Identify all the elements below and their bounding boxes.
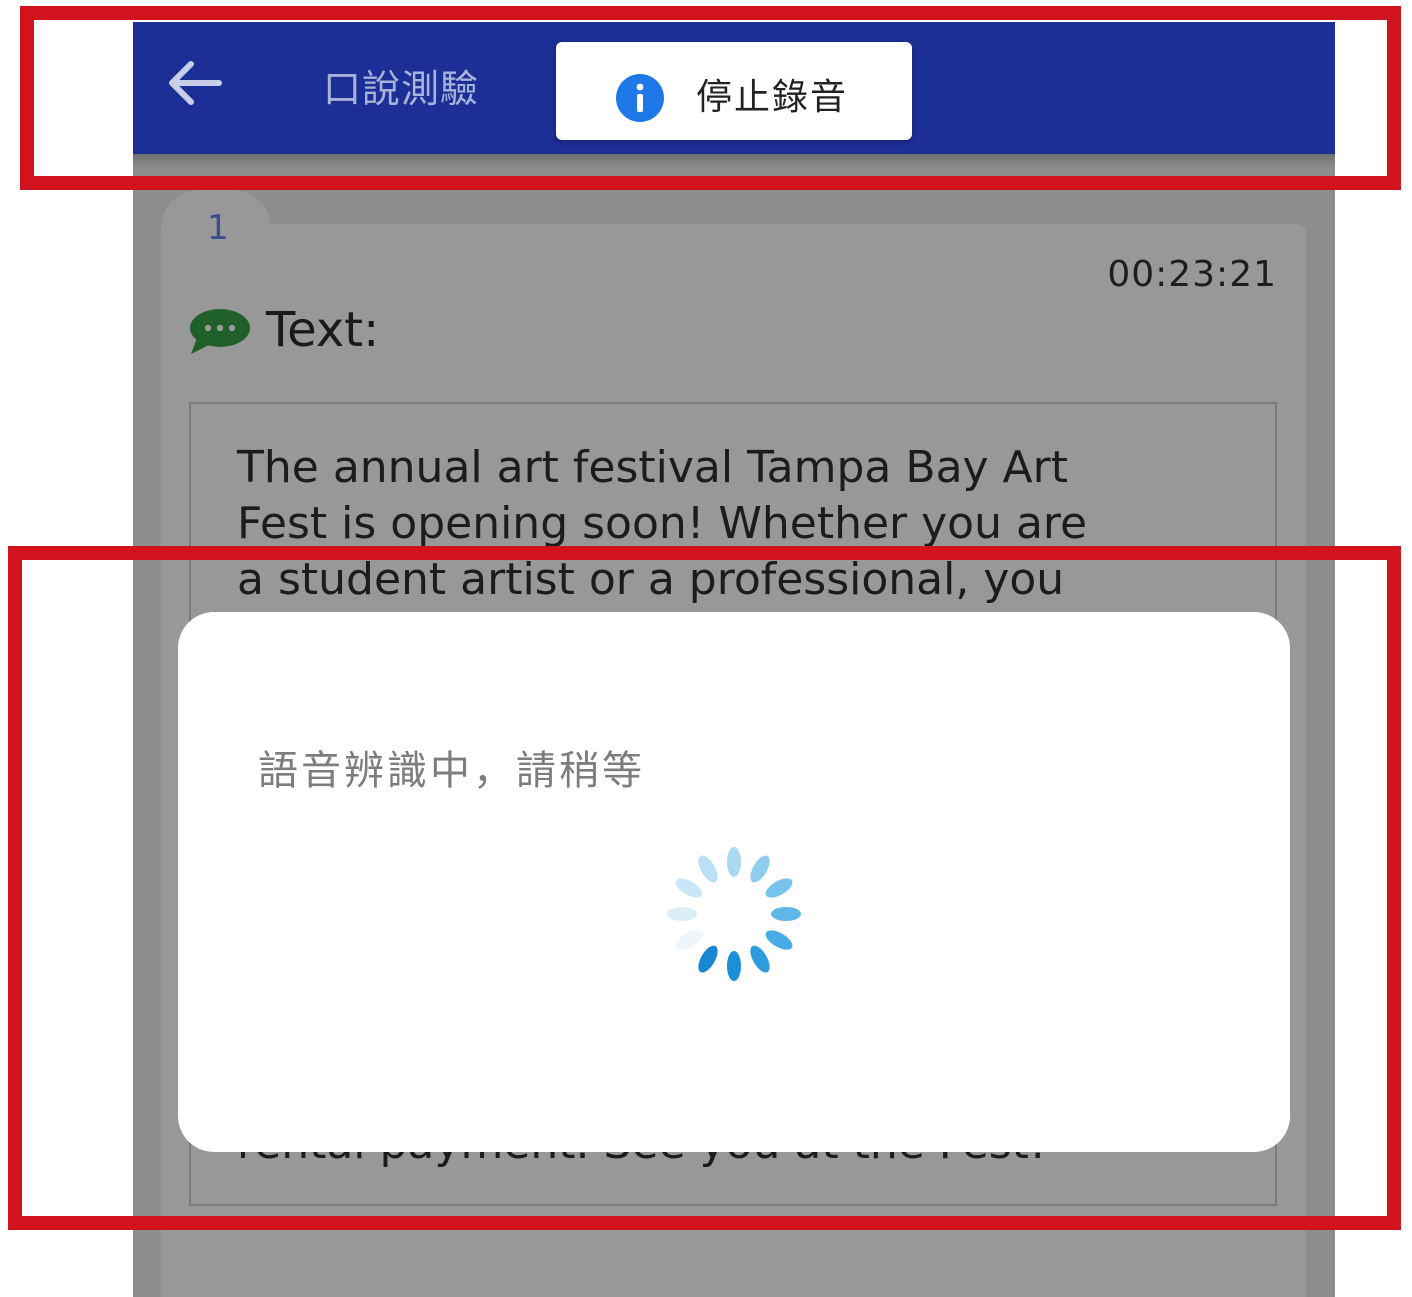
arrow-left-icon[interactable] (165, 58, 223, 108)
passage-line: a student artist or a professional, you (237, 554, 1065, 605)
passage-text: The annual art festival Tampa Bay Art Fe… (237, 440, 1247, 608)
app-screen: 口說測驗 停止錄音 1 00:23:21 Text: The annual ar… (133, 22, 1335, 1297)
app-bar: 口說測驗 停止錄音 (133, 22, 1335, 154)
screenshot-stage: 口說測驗 停止錄音 1 00:23:21 Text: The annual ar… (0, 0, 1412, 1297)
passage-line: The annual art festival Tampa Bay Art (237, 442, 1068, 493)
info-icon (616, 74, 664, 122)
loading-spinner-icon (667, 847, 801, 981)
elapsed-timer: 00:23:21 (1107, 254, 1277, 295)
text-section-label: Text: (266, 302, 380, 358)
chat-bubble-icon (190, 309, 250, 354)
question-number: 1 (207, 208, 229, 248)
page-title: 口說測驗 (323, 67, 480, 111)
stop-recording-toast[interactable]: 停止錄音 (556, 42, 912, 140)
dialog-message: 語音辨識中，請稍等 (258, 748, 645, 794)
stop-recording-label: 停止錄音 (696, 77, 849, 118)
passage-line: Fest is opening soon! Whether you are (237, 498, 1088, 549)
speech-recognition-dialog: 語音辨識中，請稍等 (178, 612, 1290, 1152)
app-bar-shadow (133, 154, 1335, 168)
